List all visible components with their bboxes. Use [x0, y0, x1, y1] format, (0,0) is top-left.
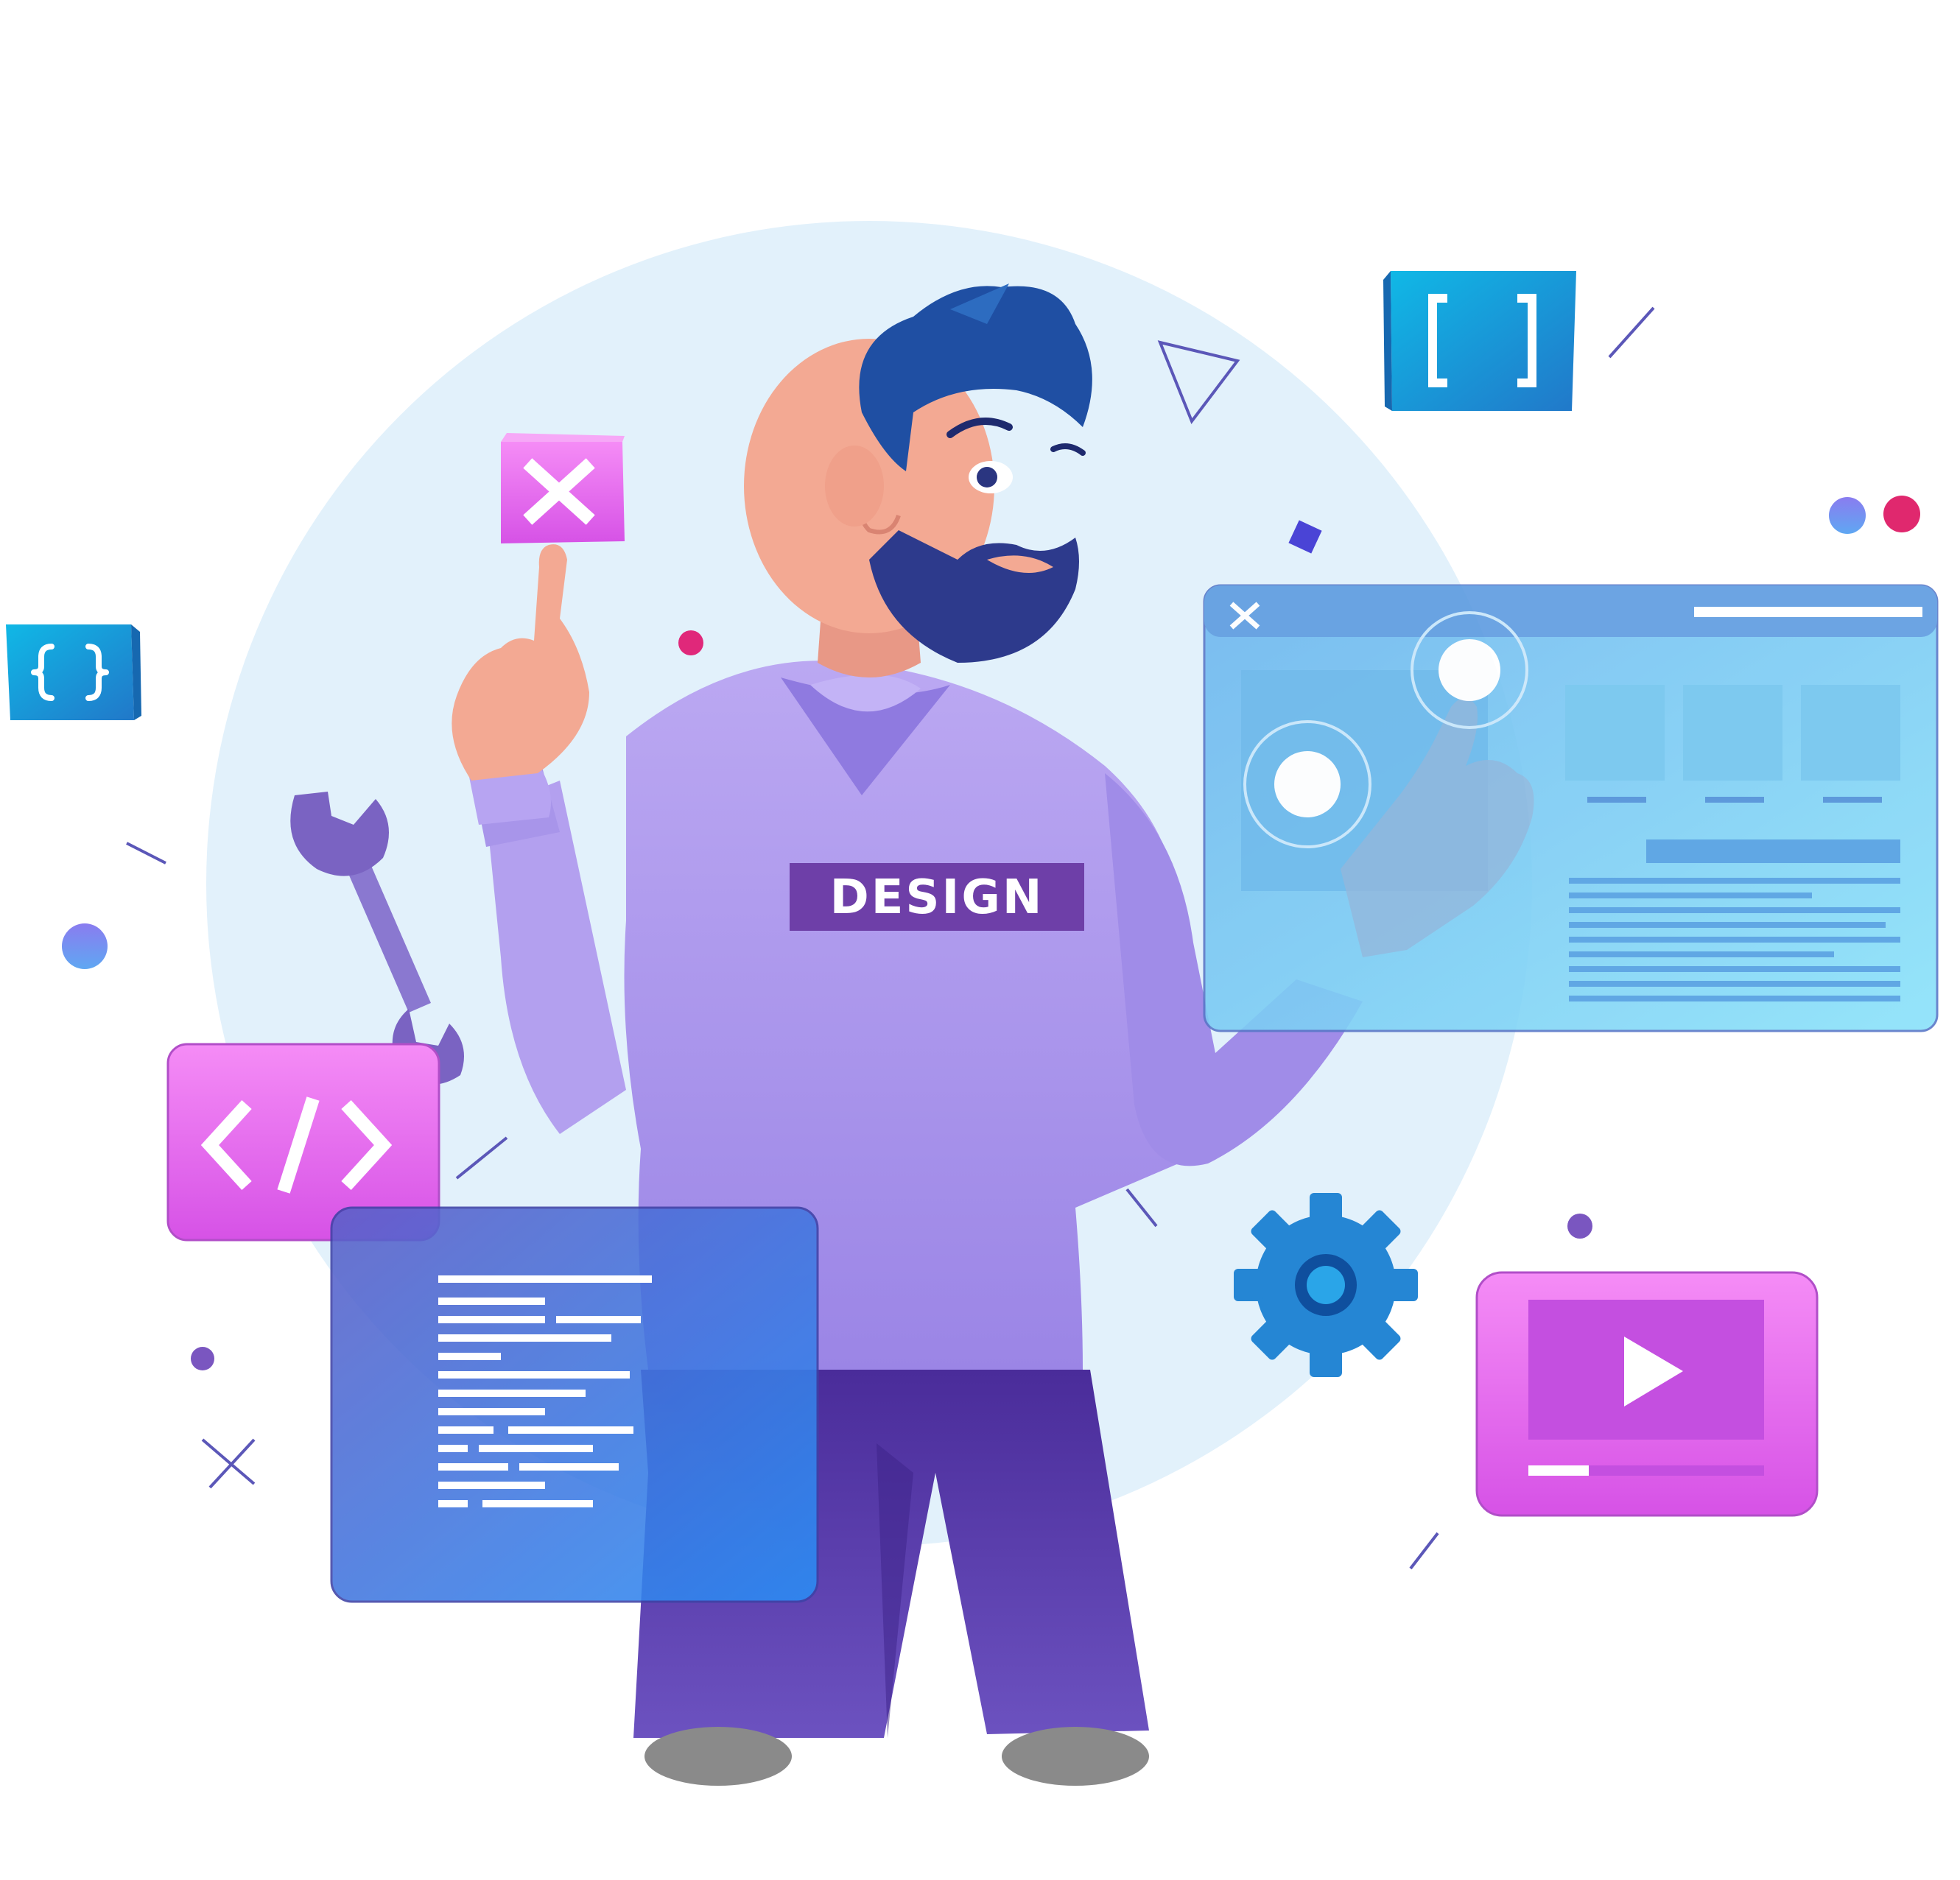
browser-window	[1203, 584, 1939, 1032]
illustration-canvas: DESIGN	[6, 221, 1939, 1786]
gear-icon	[1234, 1193, 1418, 1377]
ear	[825, 446, 884, 527]
shirt-label-text: DESIGN	[830, 870, 1044, 925]
shoe	[1002, 1727, 1149, 1786]
document-panel	[330, 1206, 819, 1603]
dot	[191, 1347, 214, 1370]
dot	[678, 630, 703, 655]
touch-point	[1439, 639, 1500, 701]
eye	[977, 467, 997, 487]
progress-fill	[1528, 1465, 1589, 1476]
dot	[1883, 496, 1920, 532]
curly-braces-box	[6, 624, 141, 720]
close-box	[501, 433, 625, 543]
square-brackets-box	[1383, 271, 1576, 411]
shirt-label: DESIGN	[790, 863, 1084, 931]
illustration: DESIGN	[0, 0, 1960, 1880]
thumbnail	[1683, 685, 1782, 781]
dot	[62, 923, 108, 969]
touch-point	[1274, 751, 1341, 817]
thumbnail	[1801, 685, 1900, 781]
dot	[1567, 1214, 1592, 1239]
shoe	[644, 1727, 792, 1786]
dot	[1829, 497, 1866, 534]
video-panel	[1475, 1271, 1819, 1517]
title-bar-line	[1694, 607, 1922, 617]
heading-bar	[1646, 839, 1900, 863]
thumbnail	[1565, 685, 1665, 781]
